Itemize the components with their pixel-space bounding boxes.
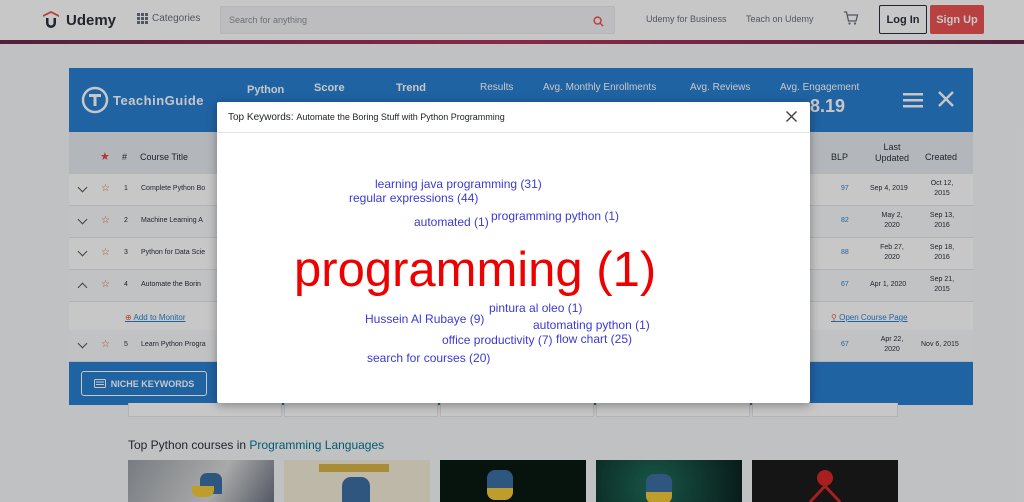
- keyword-item[interactable]: office productivity (7): [442, 334, 553, 346]
- keyword-item-highlighted[interactable]: programming (1): [294, 246, 656, 295]
- keyword-item[interactable]: flow chart (25): [556, 333, 632, 345]
- keyword-item[interactable]: Hussein Al Rubaye (9): [365, 313, 484, 325]
- keyword-item[interactable]: automated (1): [414, 216, 489, 228]
- keyword-item[interactable]: search for courses (20): [367, 352, 490, 364]
- keyword-item[interactable]: programming python (1): [491, 210, 619, 222]
- keyword-item[interactable]: learning java programming (31): [375, 178, 542, 190]
- modal-course-name: Automate the Boring Stuff with Python Pr…: [296, 112, 505, 122]
- keyword-item[interactable]: regular expressions (44): [349, 192, 478, 204]
- keyword-item[interactable]: pintura al oleo (1): [489, 302, 582, 314]
- close-icon[interactable]: [785, 110, 798, 128]
- keyword-item[interactable]: automating python (1): [533, 319, 650, 331]
- modal-header: Top Keywords: Automate the Boring Stuff …: [217, 102, 810, 133]
- modal-title: Top Keywords: Automate the Boring Stuff …: [228, 112, 505, 123]
- top-keywords-modal: Top Keywords: Automate the Boring Stuff …: [217, 102, 810, 403]
